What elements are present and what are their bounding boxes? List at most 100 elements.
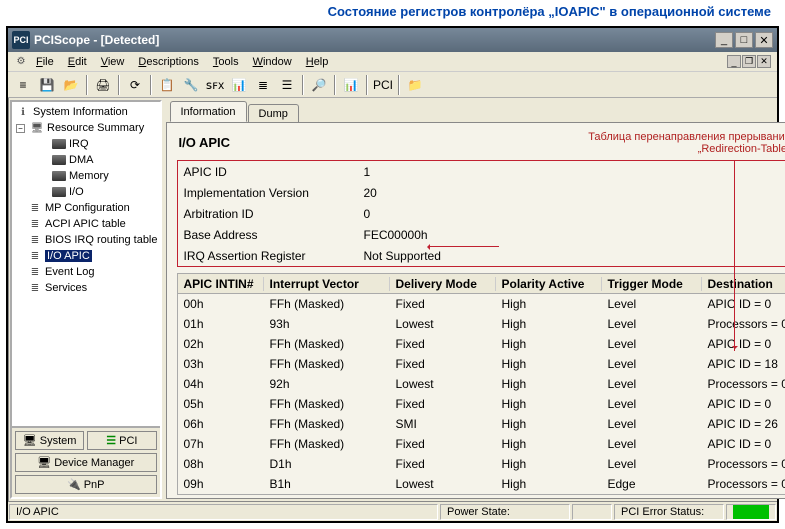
table-cell: APIC ID = 0 <box>702 397 785 411</box>
tree-node-bios-irq-routing-table[interactable]: ≣BIOS IRQ routing table <box>14 232 158 248</box>
table-cell: 09h <box>178 477 264 491</box>
table-cell: Fixed <box>390 457 496 471</box>
tree-item-icon: ≣ <box>28 202 42 214</box>
app-icon: PCI <box>12 31 30 49</box>
table-row[interactable]: 09hB1hLowestHighEdgeProcessors = 0 <box>178 474 785 494</box>
tree-item-label: System Information <box>33 106 128 118</box>
tab-dump[interactable]: Dump <box>248 104 299 123</box>
annotation-arrow-down <box>734 161 735 351</box>
toolbar: ≡💾📂🖨⟳📋🔧ꜱꜰx📊≣☰🔎📊PCI📁 <box>8 72 777 98</box>
toolbar-button-17[interactable]: 📊 <box>340 74 362 96</box>
toolbar-button-8[interactable]: 📋 <box>156 74 178 96</box>
table-cell: High <box>496 377 602 391</box>
titlebar: PCI PCIScope - [Detected] _ □ ✕ <box>8 28 777 52</box>
info-panel: Таблица перенаправления прерываний„Redir… <box>166 122 785 499</box>
table-row[interactable]: 07hFFh (Masked)FixedHighLevelAPIC ID = 0 <box>178 434 785 454</box>
tree-view[interactable]: ℹSystem Information−🖥Resource SummaryIRQ… <box>12 102 160 426</box>
toolbar-button-19[interactable]: PCI <box>372 74 394 96</box>
property-row: Implementation Version20 <box>178 182 785 203</box>
column-header[interactable]: Interrupt Vector <box>264 277 390 291</box>
table-cell: 02h <box>178 337 264 351</box>
table-row[interactable]: 06hFFh (Masked)SMIHighLevelAPIC ID = 26 <box>178 414 785 434</box>
table-cell: Edge <box>602 477 702 491</box>
property-row: APIC ID1 <box>178 161 785 182</box>
tree-node-services[interactable]: ≣Services <box>14 280 158 296</box>
table-cell: High <box>496 477 602 491</box>
tree-item-icon: ≣ <box>28 218 42 230</box>
tree-node-acpi-apic-table[interactable]: ≣ACPI APIC table <box>14 216 158 232</box>
column-header[interactable]: Destination <box>702 277 785 291</box>
menu-tools[interactable]: Tools <box>207 54 245 70</box>
table-cell: 07h <box>178 437 264 451</box>
tree-item-icon: ≣ <box>28 250 42 262</box>
column-header[interactable]: Delivery Mode <box>390 277 496 291</box>
tree-node-system-information[interactable]: ℹSystem Information <box>14 104 158 120</box>
toolbar-button-6[interactable]: ⟳ <box>124 74 146 96</box>
table-row[interactable]: 03hFFh (Masked)FixedHighLevelAPIC ID = 1… <box>178 354 785 374</box>
expand-icon[interactable]: − <box>16 124 25 133</box>
tree-node-irq[interactable]: IRQ <box>14 136 158 152</box>
property-value: Not Supported <box>364 249 441 263</box>
menu-descriptions[interactable]: Descriptions <box>132 54 205 70</box>
toolbar-button-9[interactable]: 🔧 <box>180 74 202 96</box>
property-value: FEC00000h <box>364 228 428 242</box>
close-button[interactable]: ✕ <box>755 32 773 48</box>
menu-help[interactable]: Help <box>300 54 335 70</box>
minimize-button[interactable]: _ <box>715 32 733 48</box>
tree-node-dma[interactable]: DMA <box>14 152 158 168</box>
table-cell: Level <box>602 397 702 411</box>
tree-node-i-o[interactable]: I/O <box>14 184 158 200</box>
table-cell: Processors = 0 <box>702 457 785 471</box>
table-cell: 08h <box>178 457 264 471</box>
tree-node-memory[interactable]: Memory <box>14 168 158 184</box>
tree-node-resource-summary[interactable]: −🖥Resource Summary <box>14 120 158 136</box>
toolbar-button-1[interactable]: 💾 <box>36 74 58 96</box>
menu-file[interactable]: File <box>30 54 60 70</box>
table-cell: Level <box>602 417 702 431</box>
table-row[interactable]: 00hFFh (Masked)FixedHighLevelAPIC ID = 0 <box>178 294 785 314</box>
table-row[interactable]: 01h93hLowestHighLevelProcessors = 0 <box>178 314 785 334</box>
maximize-button[interactable]: □ <box>735 32 753 48</box>
tab-information[interactable]: Information <box>170 101 247 122</box>
table-row[interactable]: 08hD1hFixedHighLevelProcessors = 0 <box>178 454 785 474</box>
table-row[interactable]: 05hFFh (Masked)FixedHighLevelAPIC ID = 0 <box>178 394 785 414</box>
table-cell: FFh (Masked) <box>264 397 390 411</box>
toolbar-button-13[interactable]: ☰ <box>276 74 298 96</box>
tree-item-icon <box>52 186 66 198</box>
toolbar-button-12[interactable]: ≣ <box>252 74 274 96</box>
table-cell: 03h <box>178 357 264 371</box>
tree-item-icon <box>52 138 66 150</box>
tree-node-i-o-apic[interactable]: ≣I/O APIC <box>14 248 158 264</box>
table-row[interactable]: 02hFFh (Masked)FixedHighLevelAPIC ID = 0 <box>178 334 785 354</box>
sidebar-tab-device-manager[interactable]: 🖥 Device Manager <box>15 453 157 472</box>
table-cell: 01h <box>178 317 264 331</box>
toolbar-button-21[interactable]: 📁 <box>404 74 426 96</box>
table-header-row: APIC INTIN#Interrupt VectorDelivery Mode… <box>178 274 785 294</box>
menu-app-icon: ⚙ <box>14 56 28 68</box>
column-header[interactable]: APIC INTIN# <box>178 277 264 291</box>
table-cell: Fixed <box>390 437 496 451</box>
toolbar-button-4[interactable]: 🖨 <box>92 74 114 96</box>
menu-edit[interactable]: Edit <box>62 54 93 70</box>
tree-node-event-log[interactable]: ≣Event Log <box>14 264 158 280</box>
table-cell: Processors = 0 <box>702 477 785 491</box>
toolbar-button-10[interactable]: ꜱꜰx <box>204 74 226 96</box>
table-cell: Lowest <box>390 377 496 391</box>
sidebar-tab-pnp[interactable]: 🔌 PnP <box>15 475 157 494</box>
toolbar-button-2[interactable]: 📂 <box>60 74 82 96</box>
menu-view[interactable]: View <box>95 54 131 70</box>
toolbar-button-15[interactable]: 🔎 <box>308 74 330 96</box>
tree-item-label: MP Configuration <box>45 202 130 214</box>
column-header[interactable]: Trigger Mode <box>602 277 702 291</box>
column-header[interactable]: Polarity Active <box>496 277 602 291</box>
sidebar-tab-system[interactable]: 🖥 System <box>15 431 84 450</box>
mdi-close-button[interactable]: ✕ <box>757 55 771 68</box>
tree-node-mp-configuration[interactable]: ≣MP Configuration <box>14 200 158 216</box>
table-row[interactable]: 04h92hLowestHighLevelProcessors = 0 <box>178 374 785 394</box>
toolbar-button-0[interactable]: ≡ <box>12 74 34 96</box>
mdi-minimize-button[interactable]: _ <box>727 55 741 68</box>
menu-window[interactable]: Window <box>247 54 298 70</box>
mdi-restore-button[interactable]: ❐ <box>742 55 756 68</box>
sidebar-tab-pci[interactable]: ☰ PCI <box>87 431 156 450</box>
toolbar-button-11[interactable]: 📊 <box>228 74 250 96</box>
